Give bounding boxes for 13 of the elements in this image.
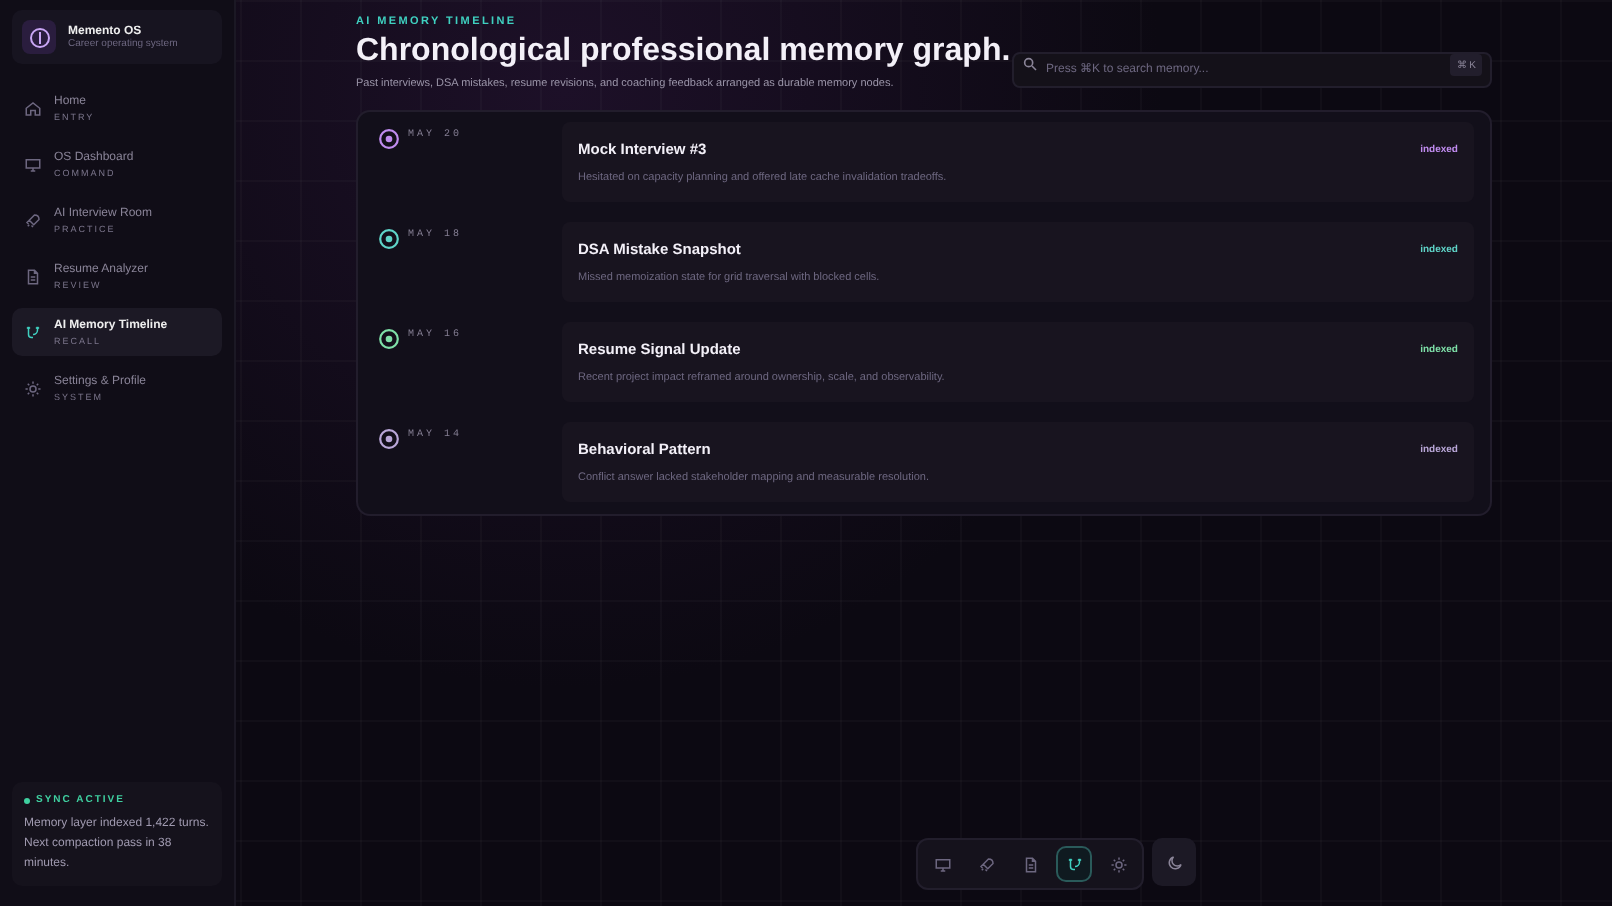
logo-icon <box>22 20 56 54</box>
branch-icon <box>1065 855 1083 873</box>
document-icon <box>24 267 42 285</box>
branch-icon <box>24 323 42 341</box>
document-icon <box>1021 855 1039 873</box>
dock-button[interactable] <box>1056 846 1092 882</box>
status-dot-icon <box>24 797 30 803</box>
home-icon <box>24 99 42 117</box>
monitor-icon <box>933 855 951 873</box>
monitor-icon <box>24 155 42 173</box>
theme-toggle-button[interactable] <box>1152 838 1196 886</box>
page-title: Chronological professional memory graph. <box>356 34 1011 70</box>
moon-icon <box>1165 853 1183 871</box>
